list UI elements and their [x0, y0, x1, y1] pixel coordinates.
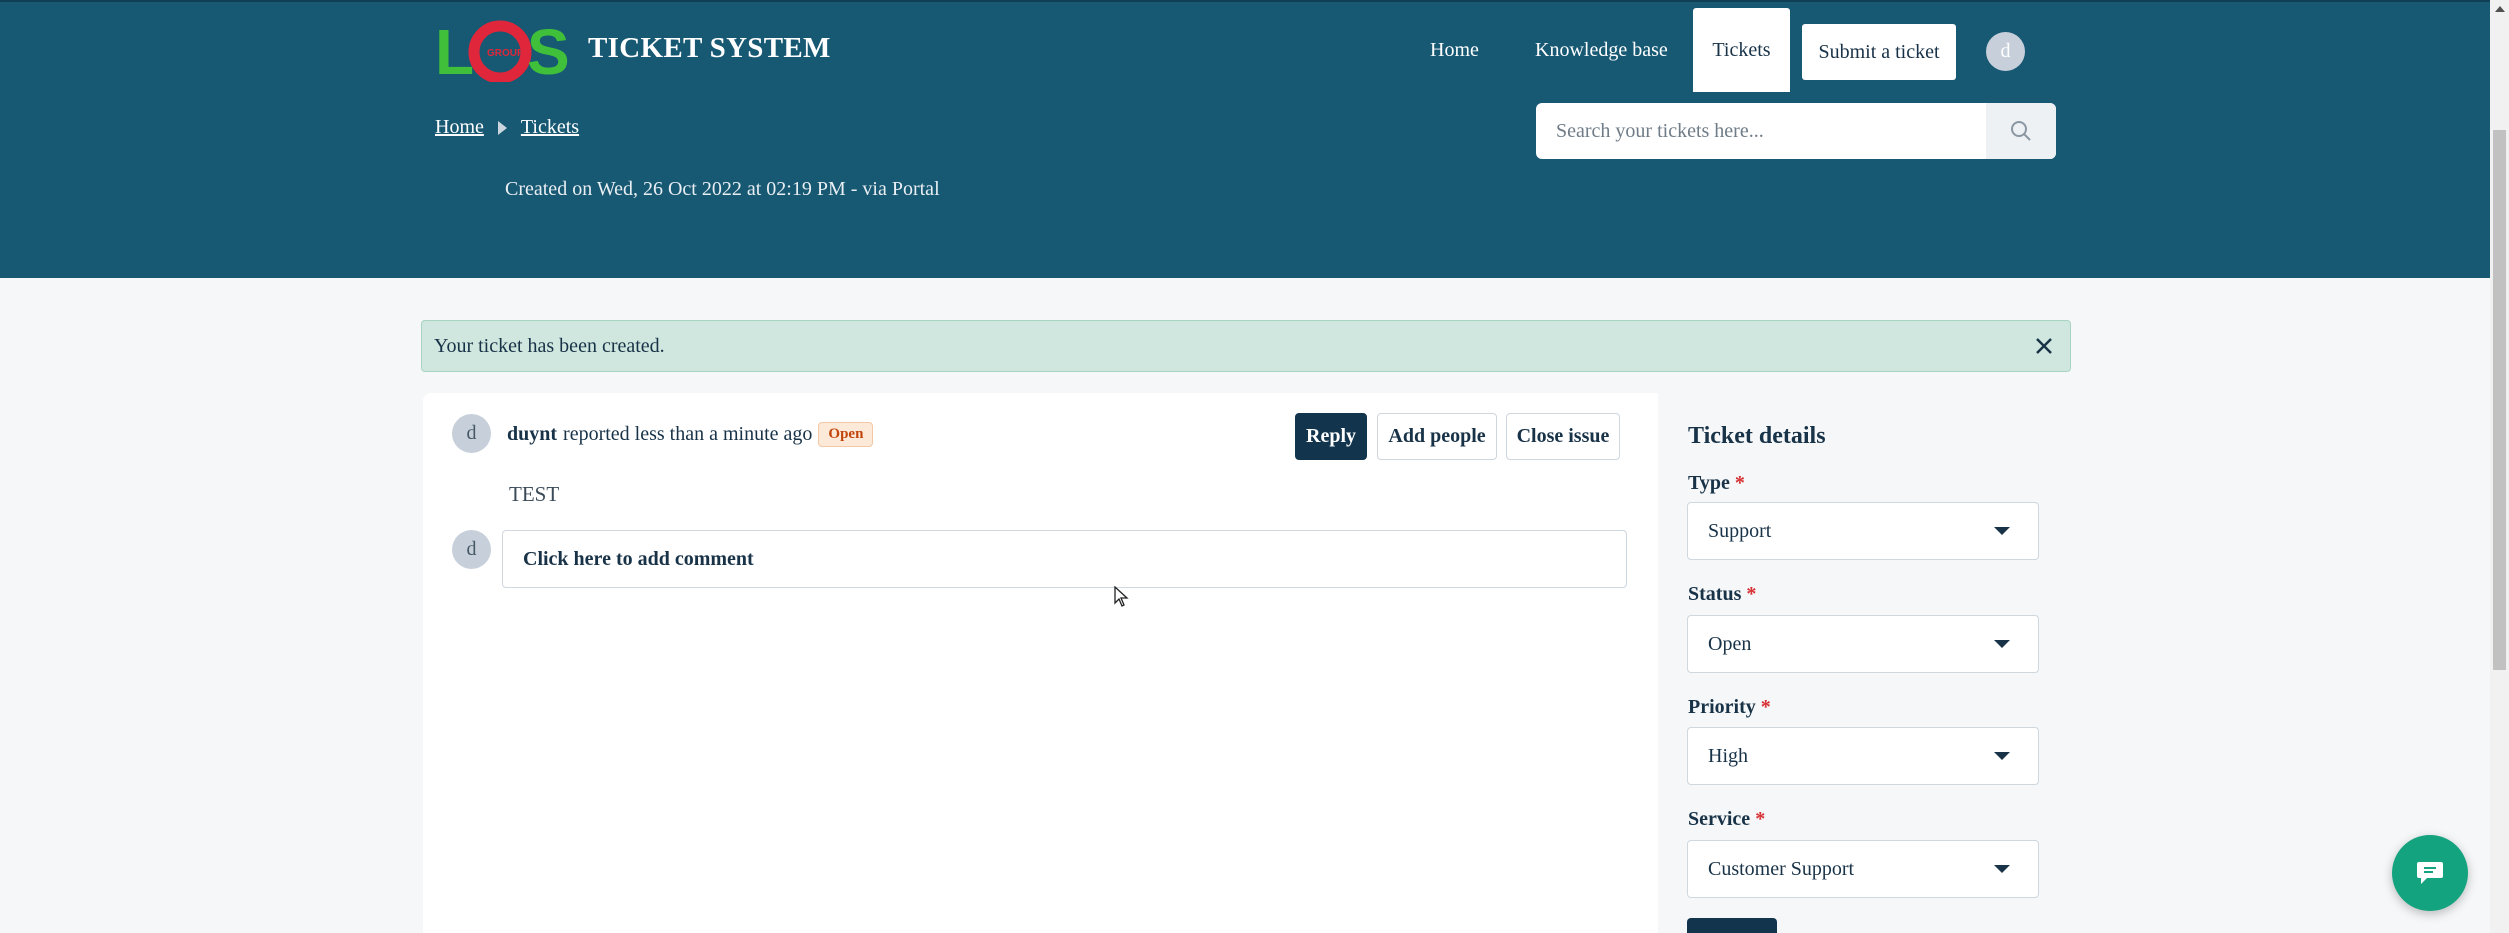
update-button[interactable] — [1687, 918, 1777, 933]
add-comment-box[interactable]: Click here to add comment — [502, 530, 1627, 588]
ticket-details-title: Ticket details — [1688, 423, 1826, 449]
comment-avatar: d — [452, 530, 491, 569]
scroll-up-icon[interactable] — [2495, 6, 2505, 12]
add-people-button[interactable]: Add people — [1377, 413, 1497, 460]
reported-time: reported less than a minute ago — [563, 423, 813, 445]
header: L GROUP S TICKET SYSTEM Home Knowledge b… — [0, 0, 2490, 278]
service-label: Service * — [1688, 808, 1766, 830]
svg-text:S: S — [527, 18, 570, 82]
chevron-down-icon — [1994, 640, 2010, 648]
nav-tickets[interactable]: Tickets — [1693, 8, 1790, 92]
priority-label: Priority * — [1688, 696, 1771, 718]
service-select[interactable]: Customer Support — [1687, 840, 2039, 898]
scrollbar-thumb[interactable] — [2493, 130, 2506, 670]
brand-title: TICKET SYSTEM — [588, 32, 831, 64]
reporter-name: duynt — [507, 423, 558, 445]
chevron-down-icon — [1994, 865, 2010, 873]
ticket-search — [1536, 103, 2056, 159]
breadcrumb: Home Tickets — [435, 116, 579, 139]
status-select[interactable]: Open — [1687, 615, 2039, 673]
search-input[interactable] — [1536, 103, 1986, 159]
chat-icon — [2417, 862, 2443, 884]
success-alert: Your ticket has been created. — [421, 320, 2071, 372]
user-avatar[interactable]: d — [1986, 32, 2025, 71]
chevron-right-icon — [497, 120, 507, 135]
svg-text:GROUP: GROUP — [487, 48, 524, 59]
ticket-description: TEST — [509, 482, 560, 506]
breadcrumb-home[interactable]: Home — [435, 116, 484, 139]
breadcrumb-tickets[interactable]: Tickets — [521, 116, 579, 139]
chevron-down-icon — [1994, 527, 2010, 535]
nav-home[interactable]: Home — [1430, 8, 1479, 92]
status-label: Status * — [1688, 583, 1757, 605]
search-icon — [2011, 121, 2031, 141]
ticket-created-info: Created on Wed, 26 Oct 2022 at 02:19 PM … — [505, 178, 940, 200]
chat-widget-button[interactable] — [2392, 835, 2468, 911]
type-label: Type * — [1688, 472, 1745, 494]
close-icon[interactable] — [2032, 334, 2056, 358]
reporter-avatar: d — [452, 414, 491, 453]
reporter-line: duynt reported less than a minute ago Op… — [507, 422, 874, 447]
type-select[interactable]: Support — [1687, 502, 2039, 560]
submit-ticket-button[interactable]: Submit a ticket — [1802, 24, 1956, 80]
mouse-cursor-icon — [1114, 586, 1129, 607]
company-logo[interactable]: L GROUP S — [435, 18, 577, 82]
svg-text:L: L — [435, 18, 474, 82]
chevron-down-icon — [1994, 752, 2010, 760]
close-issue-button[interactable]: Close issue — [1506, 413, 1620, 460]
nav-knowledge-base[interactable]: Knowledge base — [1535, 8, 1668, 92]
search-button[interactable] — [1986, 103, 2056, 159]
priority-select[interactable]: High — [1687, 727, 2039, 785]
reply-button[interactable]: Reply — [1295, 413, 1367, 460]
alert-message: Your ticket has been created. — [434, 334, 665, 357]
status-badge: Open — [818, 422, 874, 447]
